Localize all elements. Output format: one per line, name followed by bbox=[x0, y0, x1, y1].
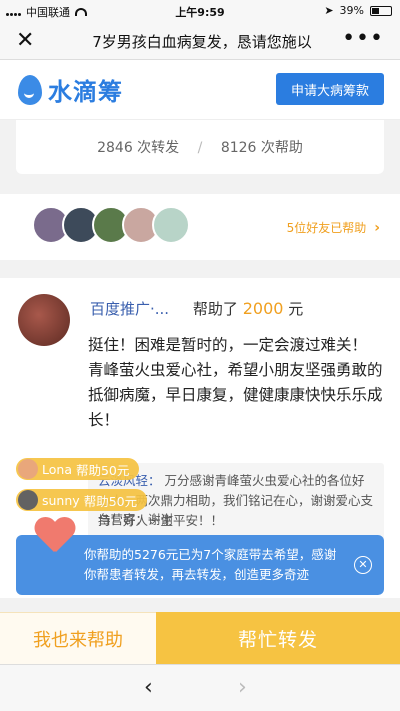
chevron-right-icon: › bbox=[374, 219, 380, 236]
apply-fundraising-button[interactable]: 申请大病筹款 bbox=[276, 73, 384, 105]
logo[interactable]: 水滴筹 bbox=[18, 72, 123, 107]
forward-icon[interactable]: › bbox=[238, 675, 247, 700]
donor-line: 百度推广·... 帮助了 2000 元 bbox=[90, 298, 303, 319]
helped-label: 帮助了 bbox=[192, 300, 238, 318]
friends-helped-link[interactable]: 5位好友已帮助 › bbox=[287, 219, 380, 236]
donor-name[interactable]: 百度推广·... bbox=[90, 300, 169, 318]
stats-row: 2846 次转发 / 8126 次帮助 bbox=[16, 137, 384, 157]
toast-text: 帮助50元 bbox=[75, 462, 130, 478]
brand-header: 水滴筹 申请大病筹款 bbox=[0, 60, 400, 120]
stats-separator: / bbox=[197, 140, 203, 156]
friend-avatar bbox=[152, 206, 190, 244]
stats-card: 2846 次转发 / 8126 次帮助 bbox=[16, 120, 384, 174]
battery-fill bbox=[372, 7, 379, 14]
status-bar: 中国联通 上午9:59 ➤ 39% bbox=[0, 0, 400, 22]
donation-toast: Lona 帮助50元 bbox=[16, 458, 140, 480]
browser-nav: ‹ › bbox=[0, 664, 400, 711]
donor-avatar[interactable] bbox=[18, 294, 70, 346]
second-reply: 刍营寄：谢谢 bbox=[98, 512, 174, 527]
friends-card[interactable]: 5位好友已帮助 › bbox=[0, 194, 400, 260]
action-bar: 我也来帮助 帮忙转发 bbox=[0, 612, 400, 664]
status-right: ➤ 39% bbox=[324, 4, 392, 17]
battery-label: 39% bbox=[339, 4, 364, 17]
toast-text: 帮助50元 bbox=[83, 493, 138, 509]
friend-avatars bbox=[32, 206, 190, 244]
friends-helped-label: 5位好友已帮助 bbox=[286, 221, 367, 235]
navbar: ✕ 7岁男孩白血病复发，恳请您施以 ••• bbox=[0, 22, 400, 60]
heart-icon bbox=[34, 518, 74, 558]
page-title: 7岁男孩白血病复发，恳请您施以 bbox=[92, 33, 312, 51]
back-icon[interactable]: ‹ bbox=[144, 675, 153, 700]
more-icon[interactable]: ••• bbox=[342, 26, 384, 51]
toast-avatar bbox=[18, 459, 38, 479]
notice-text: 你帮助的5276元已为7个家庭带去希望，感谢你帮患者转发，再去转发，创造更多奇迹 bbox=[84, 547, 337, 582]
share-count: 2846 次转发 bbox=[97, 140, 180, 156]
battery-icon bbox=[370, 5, 392, 16]
donation-message: 挺住！困难是暂时的，一定会渡过难关！ 青峰萤火虫爱心社，希望小朋友坚强勇敢的抵御… bbox=[88, 336, 383, 429]
help-count: 8126 次帮助 bbox=[220, 140, 303, 156]
donation-amount: 2000 bbox=[242, 299, 284, 318]
toast-name: sunny bbox=[42, 492, 80, 508]
close-icon[interactable]: ✕ bbox=[16, 28, 34, 53]
toast-avatar bbox=[18, 490, 38, 510]
amount-unit: 元 bbox=[288, 300, 304, 318]
logo-text: 水滴筹 bbox=[48, 78, 123, 106]
water-drop-icon bbox=[18, 74, 42, 105]
location-icon: ➤ bbox=[324, 4, 334, 17]
toast-name: Lona bbox=[42, 461, 72, 477]
close-notice-icon[interactable]: ✕ bbox=[354, 556, 372, 574]
help-button[interactable]: 我也来帮助 bbox=[0, 612, 156, 664]
share-button[interactable]: 帮忙转发 bbox=[156, 612, 400, 664]
donation-toast: sunny 帮助50元 bbox=[16, 489, 148, 511]
